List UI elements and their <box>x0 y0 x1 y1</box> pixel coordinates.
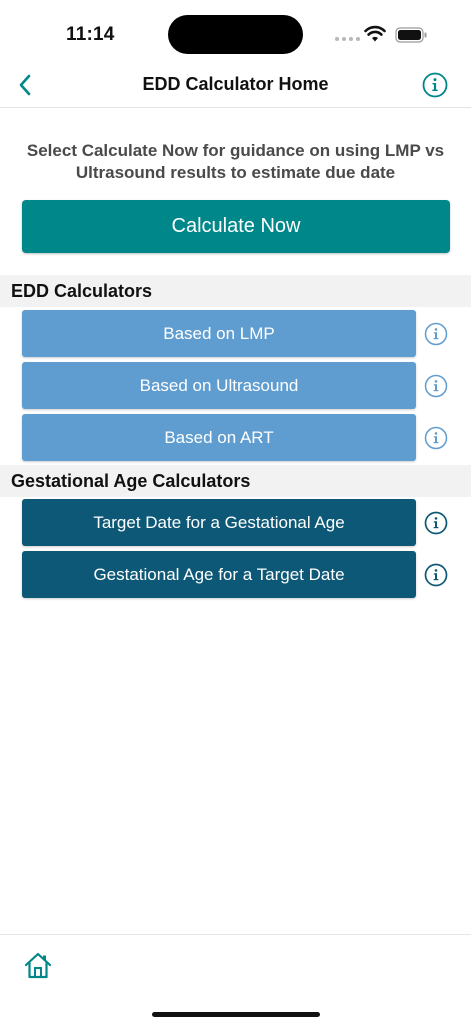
home-icon[interactable] <box>23 951 53 981</box>
info-circle-icon[interactable] <box>421 71 449 99</box>
gestational-age-info-icon[interactable] <box>424 563 448 587</box>
target-date-calculator-button[interactable]: Target Date for a Gestational Age <box>22 499 416 546</box>
lmp-info-icon[interactable] <box>424 322 448 346</box>
dynamic-island <box>168 15 303 54</box>
tab-bar <box>0 934 471 1024</box>
target-date-info-icon[interactable] <box>424 511 448 535</box>
art-info-icon[interactable] <box>424 426 448 450</box>
gestational-age-calculator-button[interactable]: Gestational Age for a Target Date <box>22 551 416 598</box>
section-header-edd: EDD Calculators <box>0 275 471 307</box>
art-calculator-button[interactable]: Based on ART <box>22 414 416 461</box>
home-indicator[interactable] <box>152 1012 320 1017</box>
ultrasound-info-icon[interactable] <box>424 374 448 398</box>
intro-text: Select Calculate Now for guidance on usi… <box>26 141 445 182</box>
lmp-calculator-button[interactable]: Based on LMP <box>22 310 416 357</box>
status-time: 11:14 <box>66 24 115 45</box>
section-header-gestational: Gestational Age Calculators <box>0 465 471 497</box>
calculate-now-button[interactable]: Calculate Now <box>22 200 450 253</box>
wifi-icon <box>364 25 386 42</box>
signal-icon <box>335 37 360 41</box>
navigation-bar: EDD Calculator Home <box>0 62 471 108</box>
ultrasound-calculator-button[interactable]: Based on Ultrasound <box>22 362 416 409</box>
page-title: EDD Calculator Home <box>142 74 329 94</box>
screen: 11:14 EDD Calculator Home Select Calcula… <box>0 0 471 1024</box>
status-bar: 11:14 <box>0 0 471 62</box>
battery-icon <box>395 27 427 43</box>
